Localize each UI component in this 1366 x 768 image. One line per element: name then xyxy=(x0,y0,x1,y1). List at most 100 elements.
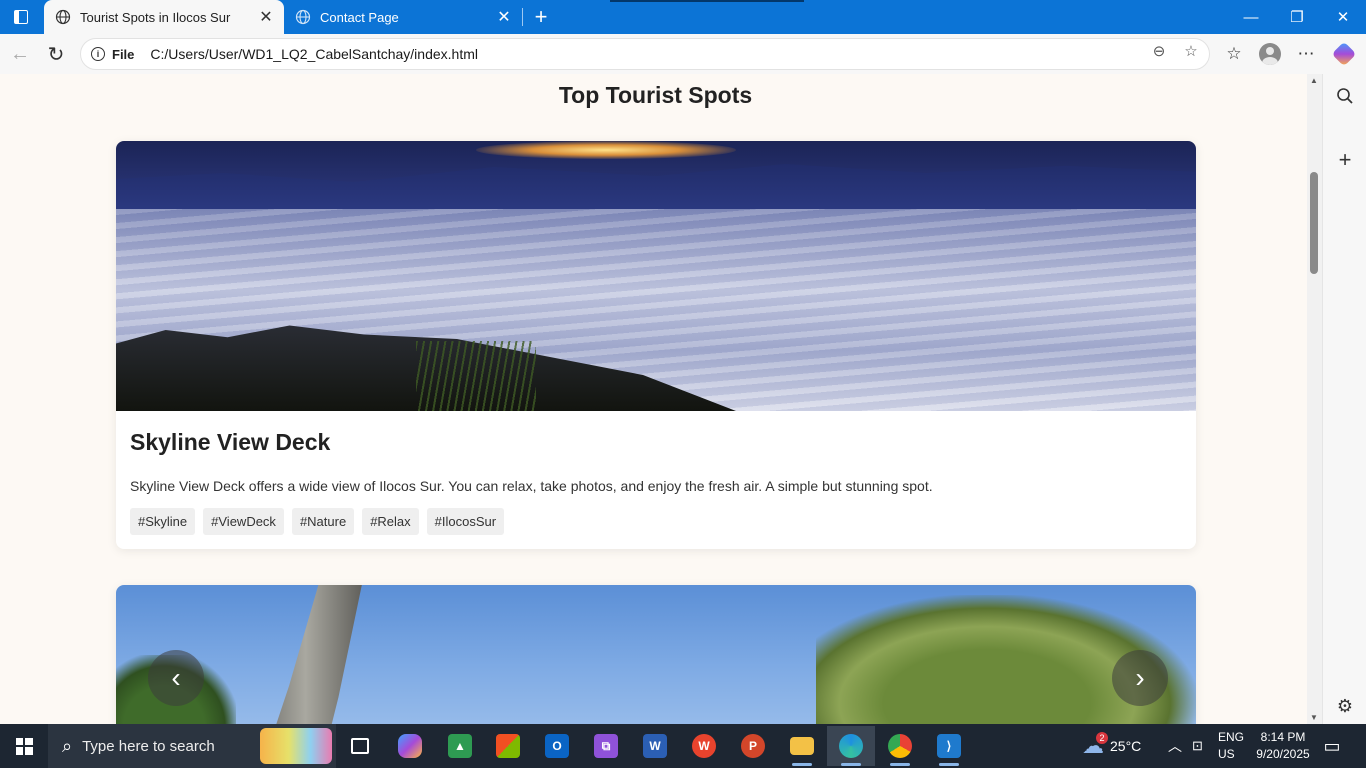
task-view-icon xyxy=(351,738,369,754)
show-hidden-icons-button[interactable]: ︿ xyxy=(1168,724,1182,768)
tag: #IlocosSur xyxy=(426,508,505,535)
window-drag-indicator xyxy=(610,0,804,2)
weather-badge: 2 xyxy=(1096,732,1108,744)
refresh-button[interactable]: ↻ xyxy=(40,38,72,70)
tag-list: #Skyline #ViewDeck #Nature #Relax #Iloco… xyxy=(130,508,1182,535)
notification-center-button[interactable]: ▭ xyxy=(1320,734,1344,758)
word-app[interactable]: W xyxy=(631,726,679,766)
spot-photo xyxy=(116,141,1196,411)
tab-actions-icon[interactable] xyxy=(0,0,42,34)
powerpoint-app[interactable]: P xyxy=(729,726,777,766)
url-text[interactable]: C:/Users/User/WD1_LQ2_CabelSantchay/inde… xyxy=(150,46,478,62)
zoom-out-icon[interactable]: ⊖ xyxy=(1150,42,1168,60)
clock-date: 9/20/2025 xyxy=(1256,747,1310,761)
restore-button[interactable]: ❐ xyxy=(1274,0,1320,34)
address-bar[interactable]: i File C:/Users/User/WD1_LQ2_CabelSantch… xyxy=(80,38,1210,70)
copilot-icon xyxy=(398,734,422,758)
page-title: Top Tourist Spots xyxy=(558,82,753,108)
vscode-icon: ⟩ xyxy=(937,734,961,758)
arrow-left-icon: ← xyxy=(10,42,30,65)
copilot-icon xyxy=(1331,41,1357,67)
photo-ridge xyxy=(116,164,1196,215)
region-code: US xyxy=(1218,747,1235,761)
chevron-right-icon: › xyxy=(1135,662,1145,693)
edge-sidebar: + ⚙ xyxy=(1322,74,1366,724)
edge-app[interactable] xyxy=(827,726,875,766)
chevron-up-icon: ︿ xyxy=(1168,738,1182,754)
photos-app[interactable]: ▲ xyxy=(436,726,484,766)
file-explorer-app[interactable] xyxy=(778,726,826,766)
chevron-left-icon: ‹ xyxy=(171,662,181,693)
visual-studio-icon: ⧉ xyxy=(594,734,618,758)
favorites-icon[interactable]: ☆ xyxy=(1218,38,1250,70)
card-description: Skyline View Deck offers a wide view of … xyxy=(130,478,933,494)
close-window-button[interactable]: ✕ xyxy=(1320,0,1366,34)
profile-button[interactable] xyxy=(1254,38,1286,70)
powerpoint-icon: P xyxy=(741,734,765,758)
card-title: Skyline View Deck xyxy=(130,429,331,455)
copilot-app[interactable] xyxy=(386,726,434,766)
search-highlight-image[interactable] xyxy=(260,728,332,764)
tab-contact-page[interactable]: Contact Page ✕ xyxy=(284,0,522,34)
info-icon[interactable]: i xyxy=(91,47,105,61)
browser-title-bar: Tourist Spots in Ilocos Sur ✕ Contact Pa… xyxy=(0,0,1366,34)
weather-widget[interactable]: ☁ 2 25°C xyxy=(1082,724,1141,768)
vscode-app[interactable]: ⟩ xyxy=(925,726,973,766)
tag: #Skyline xyxy=(130,508,196,535)
restore-icon: ❐ xyxy=(1290,9,1304,26)
close-icon: ✕ xyxy=(1336,9,1350,26)
globe-icon xyxy=(54,8,72,26)
network-icon[interactable]: ⊡ xyxy=(1192,724,1203,768)
scroll-thumb[interactable] xyxy=(1310,172,1318,274)
outlook-app[interactable]: O xyxy=(533,726,581,766)
store-icon xyxy=(496,734,520,758)
close-tab-icon[interactable]: ✕ xyxy=(494,7,514,27)
scroll-down-icon[interactable]: ▼ xyxy=(1310,713,1318,722)
edge-icon xyxy=(839,734,863,758)
star-icon[interactable]: ☆ xyxy=(1182,42,1200,60)
image-icon: ▲ xyxy=(448,734,472,758)
store-app[interactable] xyxy=(484,726,532,766)
browser-toolbar: ← ↻ i File C:/Users/User/WD1_LQ2_CabelSa… xyxy=(0,34,1366,74)
more-icon[interactable]: ⋯ xyxy=(1290,38,1322,70)
windows-taskbar: ⌕ Type here to search ▲ O ⧉ W W P ⟩ ☁ 2 … xyxy=(0,724,1366,768)
taskbar-search[interactable]: ⌕ Type here to search xyxy=(48,724,336,768)
page-viewport: Top Tourist Spots Skyline View Deck Skyl… xyxy=(4,74,1307,724)
chrome-app[interactable] xyxy=(876,726,924,766)
tab-tourist-spots[interactable]: Tourist Spots in Ilocos Sur ✕ xyxy=(44,0,284,34)
language-indicator[interactable]: ENG US xyxy=(1218,729,1244,763)
start-button[interactable] xyxy=(0,724,48,768)
back-button[interactable]: ← xyxy=(4,38,36,70)
profile-icon xyxy=(1259,43,1281,65)
add-sidebar-app-icon[interactable]: + xyxy=(1323,142,1366,178)
tag: #Relax xyxy=(362,508,419,535)
chrome-icon xyxy=(888,734,912,758)
photo-sunset xyxy=(476,141,736,159)
notification-icon: ▭ xyxy=(1323,735,1341,756)
minimize-button[interactable]: — xyxy=(1228,0,1274,34)
carousel-next-button[interactable]: › xyxy=(1112,650,1168,706)
gear-icon[interactable]: ⚙ xyxy=(1323,688,1366,724)
scroll-up-icon[interactable]: ▲ xyxy=(1310,76,1318,85)
carousel-prev-button[interactable]: ‹ xyxy=(148,650,204,706)
tab-label: Tourist Spots in Ilocos Sur xyxy=(80,9,231,25)
close-tab-icon[interactable]: ✕ xyxy=(256,7,276,27)
globe-icon xyxy=(294,8,312,26)
wps-icon: W xyxy=(692,734,716,758)
page-scrollbar[interactable]: ▲ ▼ xyxy=(1307,74,1322,724)
weather-temp: 25°C xyxy=(1110,738,1142,754)
search-icon: ⌕ xyxy=(62,735,73,756)
new-tab-button[interactable]: + xyxy=(528,4,554,30)
photo-dinosaur xyxy=(256,585,366,724)
visual-studio-app[interactable]: ⧉ xyxy=(582,726,630,766)
tab-label: Contact Page xyxy=(320,9,399,25)
copilot-button[interactable] xyxy=(1328,38,1360,70)
search-icon[interactable] xyxy=(1323,78,1366,114)
taskbar-clock[interactable]: 8:14 PM 9/20/2025 xyxy=(1254,729,1312,763)
wps-app[interactable]: W xyxy=(680,726,728,766)
task-view-button[interactable] xyxy=(336,726,384,766)
card-body: Skyline View Deck Skyline View Deck offe… xyxy=(116,411,1196,549)
search-placeholder: Type here to search xyxy=(82,737,215,755)
site-scheme-label[interactable]: File xyxy=(112,47,134,62)
refresh-icon: ↻ xyxy=(47,43,65,66)
